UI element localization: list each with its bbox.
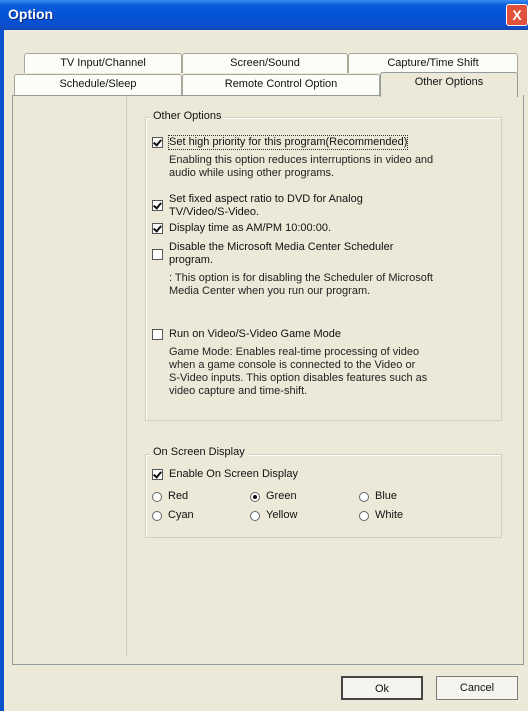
ampm-time-option[interactable]: Display time as AM/PM 10:00:00. <box>152 222 331 235</box>
tab-capture-time-shift[interactable]: Capture/Time Shift <box>348 53 518 73</box>
osd-color-red[interactable]: Red <box>152 490 188 503</box>
game-mode-label: Run on Video/S-Video Game Mode <box>169 328 342 340</box>
osd-color-yellow[interactable]: Yellow <box>250 509 297 522</box>
cyan-radio[interactable] <box>152 511 162 521</box>
disable-scheduler-checkbox[interactable] <box>152 249 163 260</box>
tab-tv-input-channel[interactable]: TV Input/Channel <box>24 53 182 73</box>
title-bar[interactable]: Option X <box>0 0 528 30</box>
tab-screen-sound[interactable]: Screen/Sound <box>182 53 348 73</box>
window-title: Option <box>8 6 54 22</box>
disable-scheduler-option[interactable]: Disable the Microsoft Media Center Sched… <box>152 241 393 267</box>
osd-color-white[interactable]: White <box>359 509 403 522</box>
enable-osd-label: Enable On Screen Display <box>169 468 299 480</box>
panel-border <box>12 95 380 96</box>
white-radio[interactable] <box>359 511 369 521</box>
cancel-button[interactable]: Cancel <box>436 676 518 700</box>
red-radio[interactable] <box>152 492 162 502</box>
osd-color-blue[interactable]: Blue <box>359 490 397 503</box>
other-options-group-label: Other Options <box>150 110 225 122</box>
aspect-ratio-checkbox[interactable] <box>152 200 163 211</box>
osd-group-label: On Screen Display <box>150 446 248 458</box>
green-radio[interactable] <box>250 492 260 502</box>
ampm-time-checkbox[interactable] <box>152 223 163 234</box>
game-mode-checkbox[interactable] <box>152 329 163 340</box>
high-priority-option[interactable]: Set high priority for this program(Recom… <box>152 135 409 150</box>
yellow-radio[interactable] <box>250 511 260 521</box>
close-icon: X <box>512 7 522 23</box>
blue-radio[interactable] <box>359 492 369 502</box>
disable-scheduler-label: Disable the Microsoft Media Center Sched… <box>169 241 394 266</box>
high-priority-label: Set high priority for this program(Recom… <box>167 135 409 150</box>
option-dialog: Option X TV Input/Channel Screen/Sound C… <box>0 0 528 711</box>
osd-group <box>145 454 502 538</box>
enable-osd-option[interactable]: Enable On Screen Display <box>152 468 298 481</box>
osd-color-cyan[interactable]: Cyan <box>152 509 194 522</box>
high-priority-description: Enabling this option reduces interruptio… <box>169 154 434 179</box>
game-mode-option[interactable]: Run on Video/S-Video Game Mode <box>152 328 341 341</box>
disable-scheduler-description: : This option is for disabling the Sched… <box>169 272 433 297</box>
tab-remote-control-option[interactable]: Remote Control Option <box>182 74 380 96</box>
window-frame <box>0 30 4 711</box>
aspect-ratio-label: Set fixed aspect ratio to DVD for Analog… <box>169 193 363 218</box>
close-button[interactable]: X <box>506 4 528 26</box>
enable-osd-checkbox[interactable] <box>152 469 163 480</box>
tab-schedule-sleep[interactable]: Schedule/Sleep <box>14 74 182 96</box>
ampm-time-label: Display time as AM/PM 10:00:00. <box>169 222 332 234</box>
tab-other-options[interactable]: Other Options <box>380 72 518 97</box>
game-mode-description: Game Mode: Enables real-time processing … <box>169 346 428 397</box>
ok-button[interactable]: Ok <box>341 676 423 700</box>
aspect-ratio-option[interactable]: Set fixed aspect ratio to DVD for Analog… <box>152 193 363 219</box>
separator <box>126 96 127 656</box>
osd-color-green[interactable]: Green <box>250 490 297 503</box>
high-priority-checkbox[interactable] <box>152 137 163 148</box>
